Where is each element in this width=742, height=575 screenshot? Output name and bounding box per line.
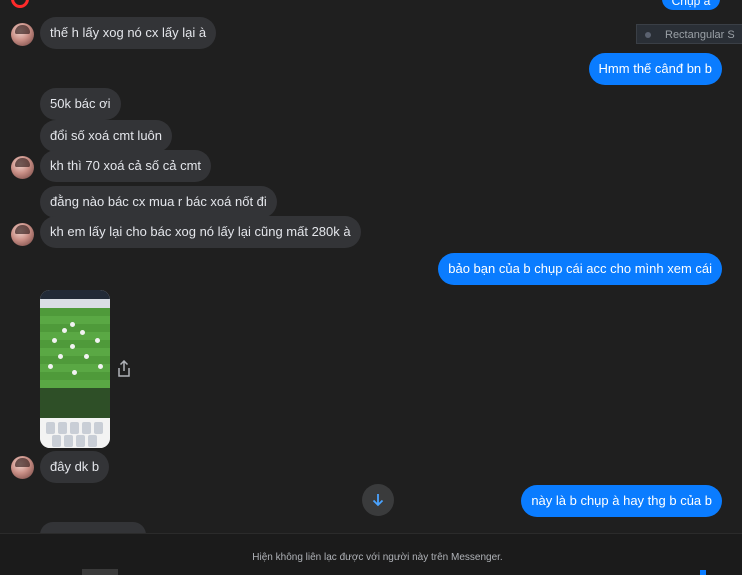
tooltip: Rectangular S (636, 24, 742, 44)
message-bubble-outgoing[interactable]: Hmm thế cânđ bn b (588, 53, 722, 85)
message-bubble-incoming[interactable]: đổi số xoá cmt luôn (40, 120, 173, 152)
record-icon (11, 0, 29, 8)
message-text: này là b chụp à hay thg b của b (531, 493, 712, 508)
thumbnail-toolbar (40, 299, 110, 308)
share-icon[interactable] (116, 360, 132, 378)
message-text: bảo bạn của b chụp cái acc cho mình xem … (448, 261, 712, 276)
avatar[interactable] (11, 23, 34, 46)
image-attachment[interactable] (40, 290, 110, 448)
message-text: Hmm thế cânđ bn b (598, 61, 712, 76)
message-bubble-outgoing[interactable]: Chụp à (662, 0, 720, 10)
message-text: kh thì 70 xoá cả số cả cmt (50, 158, 202, 173)
football-pitch-thumbnail (40, 308, 110, 388)
message-text: Chụp à (671, 0, 711, 8)
message-bubble-incoming[interactable] (40, 522, 146, 533)
scroll-to-bottom-button[interactable] (362, 484, 394, 516)
thumbnail-panel (40, 388, 110, 418)
message-text: kh em lấy lại cho bác xog nó lấy lại cũn… (50, 224, 351, 239)
message-text: đổi số xoá cmt luôn (50, 128, 163, 143)
message-text: đây dk b (50, 459, 100, 474)
message-bubble-incoming[interactable]: kh em lấy lại cho bác xog nó lấy lại cũn… (40, 216, 361, 248)
conversation-pane[interactable]: Chụp à Rectangular S thế h lấy xog nó cx… (0, 0, 742, 533)
avatar[interactable] (11, 456, 34, 479)
message-text: 50k bác ơi (50, 96, 111, 111)
message-bubble-incoming[interactable]: đây dk b (40, 451, 110, 483)
arrow-down-icon (372, 494, 384, 507)
message-bubble-incoming[interactable]: thế h lấy xog nó cx lấy lại à (40, 17, 217, 49)
thumbnail-cards (40, 418, 110, 448)
avatar[interactable] (11, 156, 34, 179)
message-text: đằng nào bác cx mua r bác xoá nốt đi (50, 194, 267, 209)
message-bubble-incoming[interactable]: đằng nào bác cx mua r bác xoá nốt đi (40, 186, 277, 218)
message-bubble-incoming[interactable]: 50k bác ơi (40, 88, 121, 120)
message-bubble-incoming[interactable]: kh thì 70 xoá cả số cả cmt (40, 150, 212, 182)
notice-text: Hiện không liên lạc được với người này t… (252, 552, 503, 563)
message-bubble-outgoing[interactable]: bảo bạn của b chụp cái acc cho mình xem … (438, 253, 722, 285)
taskbar-indicator (700, 570, 706, 575)
tooltip-label: Rectangular S (665, 29, 735, 41)
avatar[interactable] (11, 223, 34, 246)
message-text: thế h lấy xog nó cx lấy lại à (50, 25, 207, 40)
rectangle-icon (645, 32, 651, 39)
taskbar-item[interactable] (82, 569, 118, 575)
message-bubble-outgoing[interactable]: này là b chụp à hay thg b của b (521, 485, 722, 517)
thumbnail-header (40, 290, 110, 299)
